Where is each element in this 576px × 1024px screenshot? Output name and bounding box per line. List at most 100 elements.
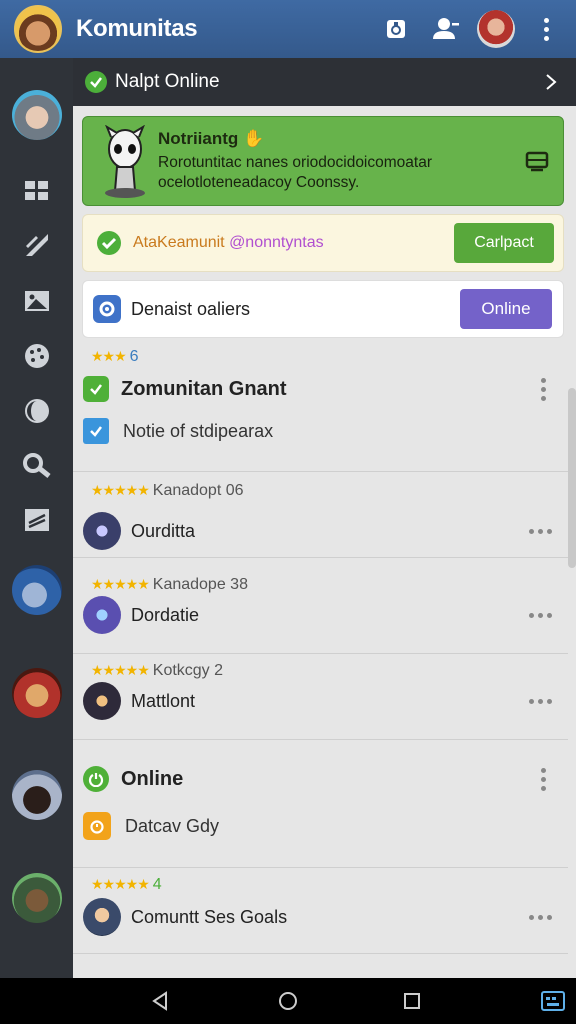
rail-avatar-community-4[interactable] xyxy=(12,873,62,923)
list-item[interactable]: ★★★★★ Kotkcgy 2 Mattlont xyxy=(73,654,568,740)
rating-row: ★★★ 6 xyxy=(91,348,139,366)
group-subtitle: Notie of stdipearax xyxy=(123,420,274,441)
item-avatar xyxy=(83,596,121,634)
rail-edit-button[interactable] xyxy=(22,230,52,260)
online-button[interactable]: Online xyxy=(460,289,552,329)
rail-palette-button[interactable] xyxy=(22,341,52,371)
more-vert-icon[interactable] xyxy=(541,767,546,791)
item-name: Mattlont xyxy=(131,690,196,711)
content-panel: Nalpt Online Notriiantg ✋ Rorotuntitac n… xyxy=(73,58,576,978)
more-horiz-icon[interactable] xyxy=(529,612,552,618)
group-subtitle-row[interactable]: Datcav Gdy xyxy=(83,812,558,840)
item-avatar xyxy=(83,682,121,720)
rail-note-button[interactable] xyxy=(22,505,52,535)
contact-handle: AtaKeamunit @nonntyntas xyxy=(133,234,324,251)
home-button[interactable] xyxy=(273,986,303,1016)
user-avatar xyxy=(477,10,515,48)
online-group: Online Datcav Gdy xyxy=(73,740,568,868)
item-row: Dordatie xyxy=(83,596,558,634)
settings-icon xyxy=(93,295,121,323)
rail-search-button[interactable] xyxy=(22,451,52,481)
share-icon xyxy=(387,20,405,38)
rail-grid-button[interactable] xyxy=(22,176,52,206)
list-item[interactable]: ★★★★★ Kanadopt 06 Ourditta xyxy=(73,472,568,558)
whatsapp-icon xyxy=(97,231,121,255)
share-button[interactable] xyxy=(376,9,416,49)
contacts-button[interactable] xyxy=(426,9,466,49)
search-icon xyxy=(23,453,51,478)
check-circle-icon xyxy=(85,71,107,93)
grid-icon xyxy=(25,181,48,200)
mascot-icon xyxy=(105,125,145,198)
rail-moon-button[interactable] xyxy=(22,396,52,426)
rail-avatar-community-2[interactable] xyxy=(12,668,62,718)
keyboard-icon xyxy=(541,991,565,1011)
power-icon xyxy=(83,766,109,792)
check-icon xyxy=(83,376,109,402)
system-nav-bar xyxy=(0,978,576,1024)
chevron-right-icon xyxy=(546,74,557,90)
app-logo-avatar[interactable] xyxy=(14,5,62,53)
item-row: Ourditta xyxy=(83,512,558,550)
rating-stars-icon: ★★★★★ xyxy=(91,662,150,678)
timer-icon xyxy=(83,812,111,840)
group-subtitle-row[interactable]: Notie of stdipearax xyxy=(83,418,558,444)
online-card: Denaist oaliers Online xyxy=(82,280,564,338)
more-vert-icon[interactable] xyxy=(541,377,546,401)
contacts-icon xyxy=(433,18,459,39)
back-button[interactable] xyxy=(145,986,175,1016)
item-row: Comuntt Ses Goals xyxy=(83,898,558,936)
group-title: Zomunitan Gnant xyxy=(121,377,287,400)
rating-stars-icon: ★★★★★ xyxy=(91,876,150,892)
online-card-label: Denaist oaliers xyxy=(131,298,251,319)
more-horiz-icon[interactable] xyxy=(529,914,552,920)
item-avatar xyxy=(83,512,121,550)
notification-body: Rorotuntitac nanes oriodocidoicomoatar o… xyxy=(158,154,432,191)
inbox-icon xyxy=(525,151,549,172)
item-name: Ourditta xyxy=(131,520,196,541)
online-status-bar[interactable]: Nalpt Online xyxy=(73,58,576,106)
contact-card: AtaKeamunit @nonntyntas Carlpact xyxy=(82,214,564,272)
item-name: Comuntt Ses Goals xyxy=(131,906,288,927)
rating-count: 6 xyxy=(129,348,139,365)
item-meta: ★★★★★ Kanadopt 06 xyxy=(91,482,244,499)
rating-stars-icon: ★★★★★ xyxy=(91,482,150,498)
rail-avatar-community-3[interactable] xyxy=(12,770,62,820)
community-group: ★★★ 6 Zomunitan Gnant Notie of stdipeara… xyxy=(73,344,568,472)
profile-button[interactable] xyxy=(476,9,516,49)
contact-button[interactable]: Carlpact xyxy=(454,223,554,263)
group-title-row[interactable]: Zomunitan Gnant xyxy=(83,376,558,402)
list-item[interactable]: ★★★★★ 4 Comuntt Ses Goals xyxy=(73,868,568,954)
list-item[interactable]: ★★★★★ Kanadope 38 Dordatie xyxy=(73,558,568,654)
recents-button[interactable] xyxy=(397,986,427,1016)
hand-icon: ✋ xyxy=(243,129,265,148)
item-meta: ★★★★★ Kotkcgy 2 xyxy=(91,662,224,679)
home-icon xyxy=(279,992,297,1010)
palette-icon xyxy=(25,344,49,368)
rating-stars-icon: ★★★★★ xyxy=(91,576,150,592)
group-subtitle: Datcav Gdy xyxy=(125,815,220,836)
checkbox-icon[interactable] xyxy=(83,418,109,444)
group-title-row[interactable]: Online xyxy=(83,766,558,792)
edit-icon xyxy=(26,234,48,256)
notification-title: Notriiantg ✋ xyxy=(158,129,265,148)
notification-card[interactable]: Notriiantg ✋ Rorotuntitac nanes oriodoci… xyxy=(82,116,564,206)
more-horiz-icon[interactable] xyxy=(529,528,552,534)
scrollbar[interactable] xyxy=(568,388,576,568)
item-row: Mattlont xyxy=(83,682,558,720)
group-title: Online xyxy=(121,767,184,790)
rail-avatar-community-1[interactable] xyxy=(12,565,62,615)
more-horiz-icon[interactable] xyxy=(529,698,552,704)
rail-image-button[interactable] xyxy=(22,286,52,316)
app-bar: Komunitas xyxy=(0,0,576,58)
image-icon xyxy=(25,291,49,311)
more-vert-icon xyxy=(543,17,549,41)
rail-avatar-profile[interactable] xyxy=(12,90,62,140)
status-label: Nalpt Online xyxy=(115,71,220,92)
keyboard-button[interactable] xyxy=(538,986,568,1016)
more-button[interactable] xyxy=(526,9,566,49)
item-name: Dordatie xyxy=(131,604,200,625)
moon-icon xyxy=(25,399,49,423)
item-meta: ★★★★★ Kanadope 38 xyxy=(91,576,248,593)
item-avatar xyxy=(83,898,121,936)
